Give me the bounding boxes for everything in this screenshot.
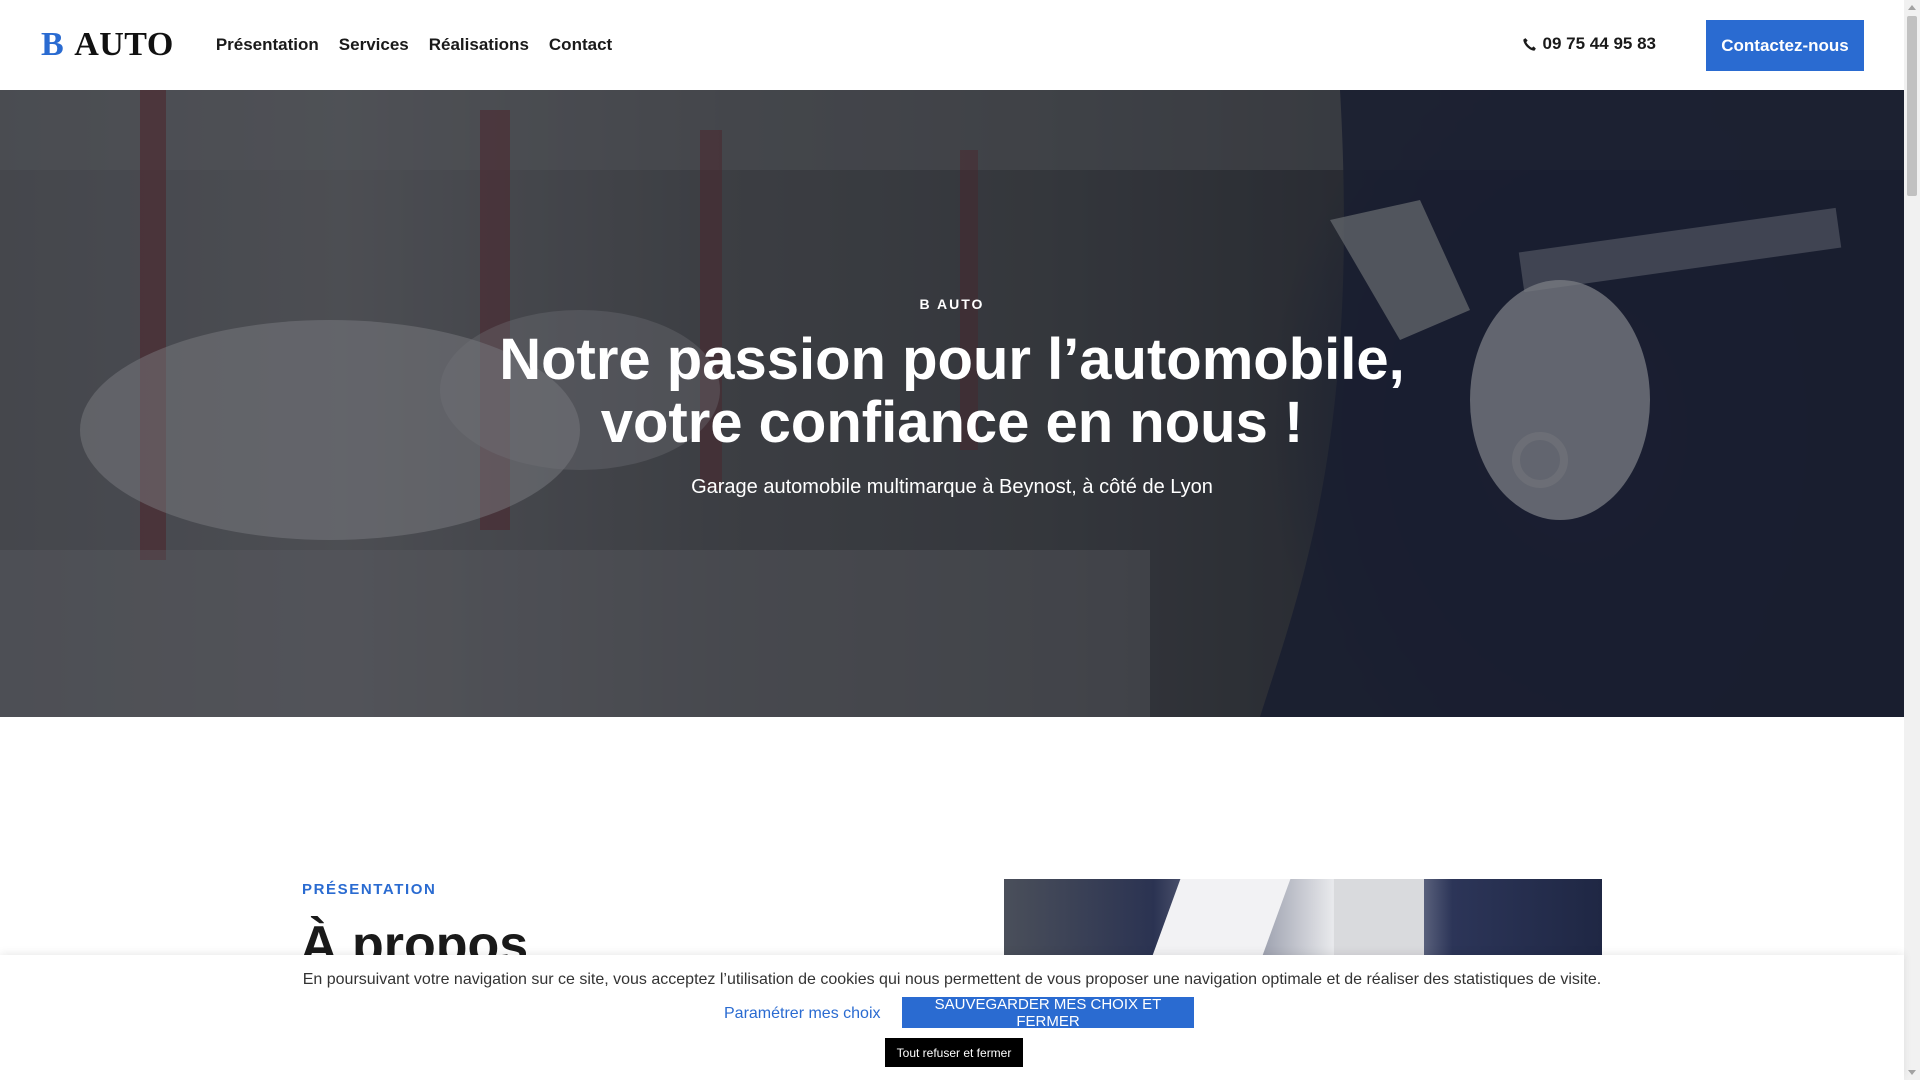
hero-title-line1: Notre passion pour l’automobile, — [499, 327, 1405, 392]
contact-button[interactable]: Contactez-nous — [1706, 20, 1864, 71]
cookie-refuse-button[interactable]: Tout refuser et fermer — [885, 1038, 1023, 1067]
nav-presentation[interactable]: Présentation — [216, 35, 319, 55]
page-scrollbar[interactable] — [1904, 0, 1920, 1080]
cookie-banner: En poursuivant votre navigation sur ce s… — [0, 955, 1904, 1080]
hero-title: Notre passion pour l’automobile, votre c… — [0, 328, 1904, 454]
phone-number: 09 75 44 95 83 — [1542, 34, 1656, 53]
scroll-up-arrow[interactable] — [1908, 5, 1916, 10]
site-header: B AUTO Présentation Services Réalisation… — [0, 0, 1904, 90]
scrollbar-thumb[interactable] — [1907, 16, 1917, 196]
about-eyebrow: PRÉSENTATION — [302, 881, 437, 898]
nav-realisations[interactable]: Réalisations — [429, 35, 529, 55]
hero-eyebrow: B AUTO — [919, 296, 985, 312]
nav-contact[interactable]: Contact — [549, 35, 612, 55]
nav-services[interactable]: Services — [339, 35, 409, 55]
phone-icon — [1522, 37, 1536, 51]
main-nav: Présentation Services Réalisations Conta… — [216, 35, 612, 55]
cookie-text: En poursuivant votre navigation sur ce s… — [302, 971, 1602, 988]
hero-title-line2: votre confiance en nous ! — [600, 390, 1304, 455]
scroll-down-arrow[interactable] — [1908, 1070, 1916, 1075]
cookie-save-button[interactable]: SAUVEGARDER MES CHOIX ET FERMER — [902, 996, 1194, 1030]
logo[interactable]: B AUTO — [41, 26, 174, 64]
logo-auto: AUTO — [74, 26, 174, 63]
hero-subtitle: Garage automobile multimarque à Beynost,… — [691, 476, 1213, 498]
logo-b: B — [41, 26, 65, 63]
cookie-settings-link[interactable]: Paramétrer mes choix — [724, 1005, 881, 1023]
hero-section: B AUTO Notre passion pour l’automobile, … — [0, 90, 1904, 717]
phone-link[interactable]: 09 75 44 95 83 — [1522, 34, 1656, 54]
